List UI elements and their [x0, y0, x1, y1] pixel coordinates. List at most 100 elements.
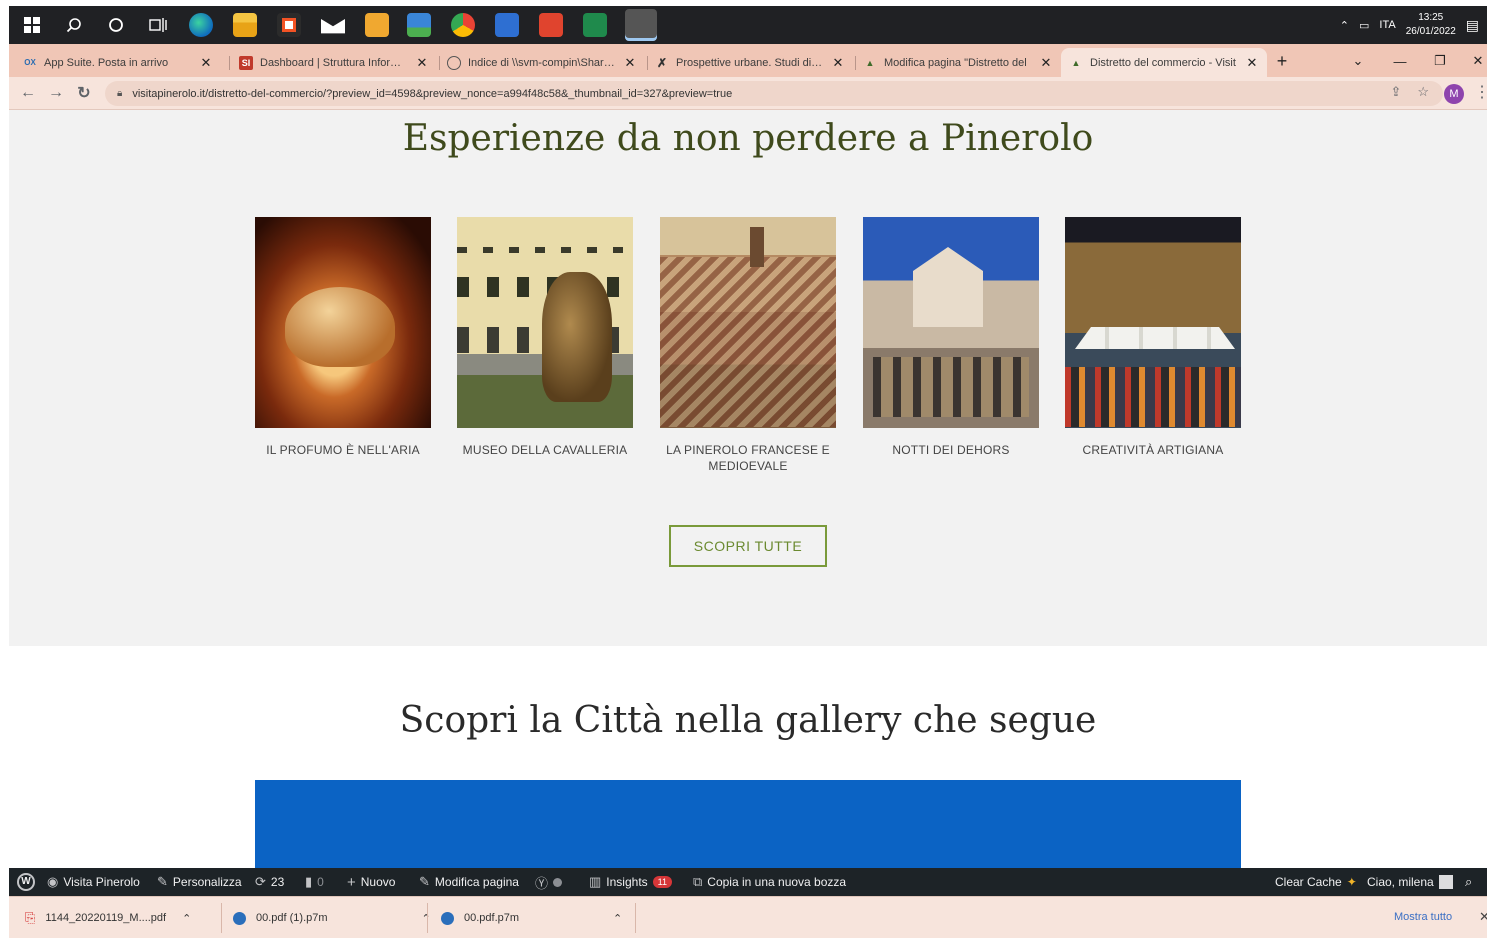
kebab-menu-icon[interactable]: ⋮ — [1474, 82, 1487, 102]
photos-icon[interactable] — [407, 13, 431, 37]
close-icon[interactable]: ✕ — [1245, 55, 1259, 71]
download-item[interactable]: 00.pdf (1).p7m ⌃ — [233, 897, 431, 938]
signed-file-icon — [233, 911, 246, 925]
browser-tab-strip: OX App Suite. Posta in arrivo ✕ SI Dashb… — [9, 44, 1487, 77]
address-bar[interactable]: 🔒︎ visitapinerolo.it/distretto-del-comme… — [105, 81, 1443, 106]
back-arrow-icon[interactable]: ← — [15, 81, 41, 105]
comments-link[interactable]: ▮ 0 — [305, 868, 324, 896]
search-icon[interactable] — [61, 12, 87, 38]
tab-0[interactable]: OX App Suite. Posta in arrivo ✕ — [15, 48, 221, 77]
panettone-photo[interactable] — [255, 217, 431, 428]
x-logo-icon: ✗ — [656, 55, 668, 70]
reload-icon[interactable]: ↻ — [71, 81, 97, 105]
show-all-downloads-link[interactable]: Mostra tutto — [1394, 911, 1452, 923]
forward-arrow-icon[interactable]: → — [43, 81, 69, 105]
restore-button[interactable]: ❐ — [1425, 48, 1455, 74]
store-icon[interactable] — [277, 13, 301, 37]
chevron-up-icon[interactable]: ⌃ — [613, 912, 622, 925]
close-icon[interactable]: ✕ — [199, 55, 213, 71]
tab-4[interactable]: ▲ Modifica pagina "Distretto del ✕ — [855, 48, 1061, 77]
historic-city-painting[interactable] — [660, 217, 836, 428]
file-explorer-icon[interactable] — [233, 13, 257, 37]
seo-status-dot — [553, 877, 563, 887]
clock-time: 13:25 — [1418, 12, 1444, 23]
tab-search-chevron-icon[interactable]: ⌄ — [1343, 48, 1373, 74]
task-view-icon[interactable] — [145, 12, 171, 38]
yoast-seo-icon[interactable]: Ⓨ — [535, 868, 563, 896]
clock[interactable]: 13:25 26/01/2022 — [1406, 11, 1456, 39]
screen: ⌃ ▭ ITA 13:25 26/01/2022 ▤ OX App Suite.… — [9, 6, 1487, 938]
minimize-button[interactable]: — — [1385, 48, 1415, 74]
tab-5-active[interactable]: ▲ Distretto del commercio - Visit ✕ — [1061, 48, 1267, 77]
mail-icon[interactable] — [321, 19, 345, 34]
card-caption[interactable]: CREATIVITÀ ARTIGIANA — [1065, 442, 1241, 458]
new-tab-button[interactable]: + — [1267, 48, 1297, 74]
edge-browser-icon[interactable] — [189, 13, 213, 37]
site-icon: ▲ — [1071, 57, 1081, 68]
share-icon[interactable]: ⇪ — [1390, 84, 1401, 100]
piazza-night-photo[interactable] — [863, 217, 1039, 428]
gallery-image[interactable] — [255, 780, 1241, 868]
windows-taskbar: ⌃ ▭ ITA 13:25 26/01/2022 ▤ — [9, 6, 1487, 44]
outlook-icon[interactable] — [495, 13, 519, 37]
tab-title: Dashboard | Struttura Informati — [260, 56, 409, 69]
site-name-link[interactable]: ◉ Visita Pinerolo — [47, 868, 140, 896]
card-caption[interactable]: NOTTI DEI DEHORS — [863, 442, 1039, 458]
close-icon[interactable]: ✕ — [1479, 909, 1487, 925]
bar-chart-icon: ▥ — [589, 874, 602, 889]
experience-card[interactable]: NOTTI DEI DEHORS — [863, 217, 1039, 458]
wordpress-logo-icon[interactable]: W — [17, 868, 35, 896]
edit-page-link[interactable]: ✎ Modifica pagina — [419, 868, 519, 896]
card-caption[interactable]: LA PINEROLO FRANCESE E MEDIOEVALE — [660, 442, 836, 474]
bookmark-star-icon[interactable]: ☆ — [1417, 84, 1429, 100]
chevron-up-icon[interactable]: ⌃ — [182, 912, 191, 925]
tab-3[interactable]: ✗ Prospettive urbane. Studi di fatt ✕ — [647, 48, 853, 77]
copy-draft-link[interactable]: ⧉ Copia in una nuova bozza — [693, 868, 846, 896]
artisan-market-photo[interactable] — [1065, 217, 1241, 428]
discover-all-button[interactable]: SCOPRI TUTTE — [669, 525, 827, 567]
separator — [427, 903, 428, 933]
language-indicator[interactable]: ITA — [1379, 19, 1395, 31]
experience-card[interactable]: LA PINEROLO FRANCESE E MEDIOEVALE — [660, 217, 836, 474]
lock-icon[interactable]: 🔒︎ — [117, 88, 122, 99]
download-item[interactable]: 00.pdf.p7m ⌃ — [441, 897, 622, 938]
gallery-section: Scopri la Città nella gallery che segue — [9, 646, 1487, 868]
windows-start-icon[interactable] — [19, 12, 45, 38]
new-content-link[interactable]: + Nuovo — [347, 868, 395, 896]
notifications-icon[interactable]: ▤ — [1466, 17, 1479, 34]
insights-link[interactable]: ▥ Insights 11 — [589, 868, 672, 896]
tab-1[interactable]: SI Dashboard | Struttura Informati ✕ — [231, 48, 437, 77]
updates-link[interactable]: ⟳ 23 — [255, 868, 284, 896]
edit-label: Modifica pagina — [434, 875, 519, 889]
chrome-profile-icon[interactable] — [625, 9, 657, 41]
si-icon: SI — [239, 55, 253, 70]
experience-card[interactable]: IL PROFUMO È NELL'ARIA — [255, 217, 431, 458]
excel-icon[interactable] — [583, 13, 607, 37]
close-icon[interactable]: ✕ — [623, 55, 637, 71]
tab-title: Indice di \\svm-compin\Shares\ — [468, 56, 617, 69]
account-menu[interactable]: Ciao, milena — [1367, 868, 1453, 896]
clear-cache-link[interactable]: Clear Cache ✦ — [1275, 868, 1357, 896]
cavalry-museum-photo[interactable] — [457, 217, 633, 428]
media-icon[interactable] — [365, 13, 389, 37]
experience-card[interactable]: MUSEO DELLA CAVALLERIA — [457, 217, 633, 458]
experience-card[interactable]: CREATIVITÀ ARTIGIANA — [1065, 217, 1241, 458]
chevron-up-icon[interactable]: ⌃ — [1340, 19, 1349, 32]
acrobat-icon[interactable] — [539, 13, 563, 37]
card-caption[interactable]: IL PROFUMO È NELL'ARIA — [255, 442, 431, 458]
close-icon[interactable]: ✕ — [831, 55, 845, 71]
close-icon[interactable]: ✕ — [1039, 55, 1053, 71]
profile-avatar[interactable]: M — [1444, 84, 1464, 104]
customize-link[interactable]: ✎ Personalizza — [157, 868, 242, 896]
close-icon[interactable]: ✕ — [415, 55, 429, 71]
cortana-icon[interactable] — [103, 12, 129, 38]
window-close-button[interactable]: ✕ — [1463, 48, 1487, 74]
tab-2[interactable]: Indice di \\svm-compin\Shares\ ✕ — [439, 48, 645, 77]
card-caption[interactable]: MUSEO DELLA CAVALLERIA — [457, 442, 633, 458]
search-icon[interactable]: ⌕ — [1465, 868, 1472, 896]
download-item[interactable]: ⎘ 1144_20220119_M....pdf ⌃ — [25, 897, 191, 938]
network-icon[interactable]: ▭ — [1359, 19, 1369, 32]
chrome-icon[interactable] — [451, 13, 475, 37]
separator — [221, 903, 222, 933]
url-text[interactable]: visitapinerolo.it/distretto-del-commerci… — [132, 88, 732, 100]
